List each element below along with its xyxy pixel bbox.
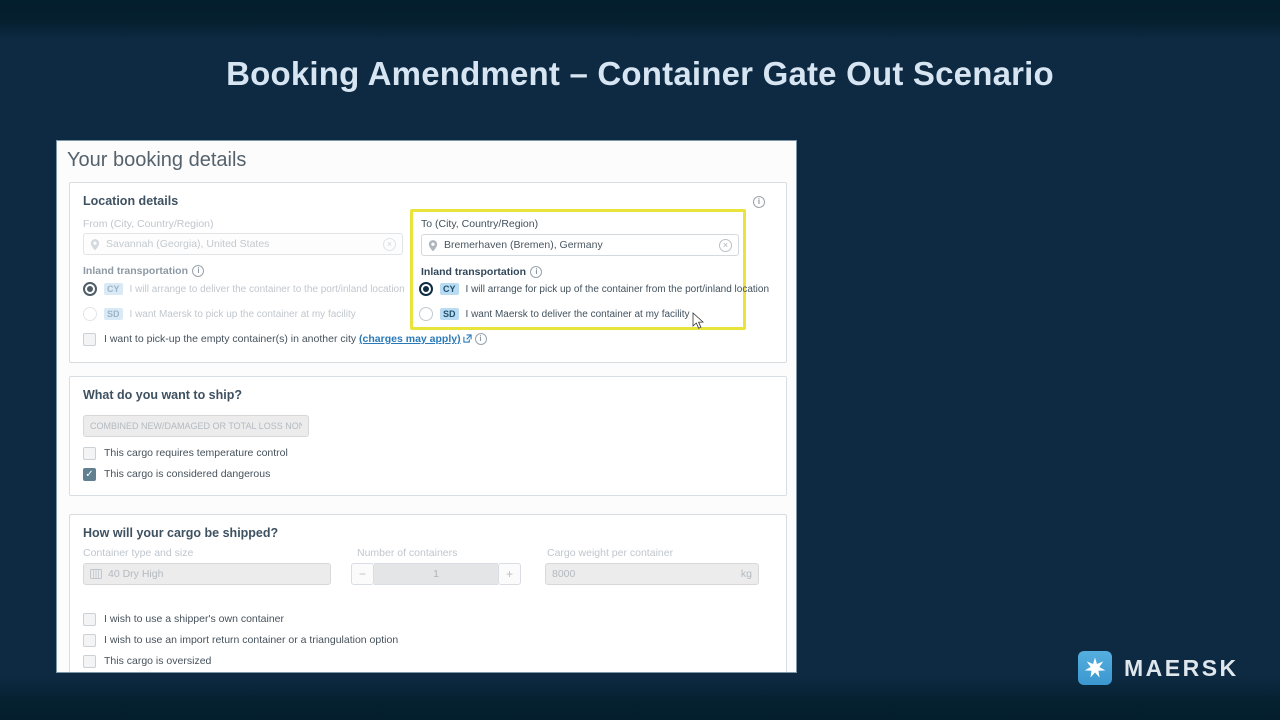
container-icon [90, 569, 102, 579]
weight-unit-label: kg [740, 568, 752, 580]
checkbox-unchecked[interactable] [83, 446, 96, 460]
location-details-section: Location details i From (City, Country/R… [69, 182, 787, 363]
radio-unselected [83, 307, 97, 321]
info-icon[interactable]: i [530, 266, 543, 278]
maersk-star-icon [1078, 651, 1112, 685]
radio-selected [83, 282, 97, 296]
radio-label: I want Maersk to pick up the container a… [129, 308, 356, 320]
to-sd-radio-row[interactable]: SD I want Maersk to deliver the containe… [419, 305, 690, 323]
maersk-wordmark: MAERSK [1124, 654, 1239, 681]
checkbox-label: This cargo requires temperature control [104, 447, 288, 459]
from-label: From (City, Country/Region) [83, 218, 214, 230]
radio-label: I will arrange to deliver the container … [129, 283, 405, 295]
pickup-other-city-row[interactable]: I want to pick-up the empty container(s)… [83, 331, 487, 347]
container-type-input: 40 Dry High [83, 563, 331, 585]
cy-badge: CY [104, 283, 123, 295]
ship-heading: What do you want to ship? [83, 388, 243, 402]
from-cy-radio-row: CY I will arrange to deliver the contain… [83, 280, 405, 298]
checkbox-label: This cargo is considered dangerous [104, 468, 271, 480]
shippers-own-container-row[interactable]: I wish to use a shipper's own container [83, 611, 284, 627]
checkbox-label: I want to pick-up the empty container(s)… [104, 333, 487, 345]
checkbox-unchecked[interactable] [83, 654, 96, 668]
container-count-value: 1 [374, 563, 498, 585]
cargo-weight-label: Cargo weight per container [547, 547, 674, 559]
clear-icon[interactable]: × [719, 238, 732, 252]
radio-unselected[interactable] [419, 307, 433, 321]
to-cy-radio-row[interactable]: CY I will arrange for pick up of the con… [419, 280, 769, 298]
info-icon[interactable]: i [192, 265, 205, 277]
container-type-value: 40 Dry High [108, 568, 164, 580]
sd-badge: SD [104, 308, 123, 320]
cy-badge: CY [440, 283, 459, 295]
clear-icon: × [383, 237, 396, 251]
from-sd-radio-row: SD I want Maersk to pick up the containe… [83, 305, 356, 323]
container-count-stepper: − 1 + [351, 563, 521, 585]
cargo-heading: How will your cargo be shipped? [83, 526, 279, 540]
checkbox-label: I wish to use a shipper's own container [104, 613, 285, 625]
ship-section: What do you want to ship? COMBINED NEW/D… [69, 376, 787, 496]
to-input[interactable]: Bremerhaven (Bremen), Germany × [421, 234, 739, 256]
booking-details-card: Your booking details Location details i … [56, 140, 797, 673]
inland-transportation-label: Inland transportation [421, 266, 526, 278]
checkbox-unchecked[interactable] [83, 612, 96, 626]
radio-selected[interactable] [419, 282, 433, 296]
location-details-heading: Location details [83, 194, 179, 208]
checkbox-unchecked[interactable] [83, 332, 96, 346]
dangerous-cargo-row[interactable]: ✓ This cargo is considered dangerous [83, 466, 270, 482]
mouse-cursor [692, 312, 704, 329]
checkbox-unchecked[interactable] [83, 633, 96, 647]
import-return-container-row[interactable]: I wish to use an import return container… [83, 632, 398, 648]
container-type-label: Container type and size [83, 547, 194, 559]
slide-title: Booking Amendment – Container Gate Out S… [226, 55, 1054, 92]
to-label: To (City, Country/Region) [421, 218, 539, 230]
charges-may-apply-link[interactable]: (charges may apply) [359, 333, 461, 345]
from-value: Savannah (Georgia), United States [106, 238, 270, 250]
checkbox-checked[interactable]: ✓ [83, 467, 96, 481]
cargo-section: How will your cargo be shipped? Containe… [69, 514, 787, 672]
maersk-logo: MAERSK [1078, 651, 1239, 685]
commodity-input: COMBINED NEW/DAMAGED OR TOTAL LOSS NON [83, 415, 309, 437]
plus-button: + [498, 563, 521, 585]
minus-button: − [351, 563, 374, 585]
page-title: Your booking details [67, 149, 247, 171]
oversized-cargo-row[interactable]: This cargo is oversized [83, 653, 211, 669]
info-icon[interactable]: i [753, 196, 765, 208]
location-pin-icon [90, 238, 100, 250]
location-pin-icon [428, 239, 438, 251]
from-input: Savannah (Georgia), United States × [83, 233, 403, 255]
radio-label: I want Maersk to deliver the container a… [465, 308, 690, 320]
inland-transportation-label: Inland transportation [83, 265, 188, 277]
checkbox-label: I wish to use an import return container… [104, 634, 399, 646]
radio-label: I will arrange for pick up of the contai… [465, 283, 770, 295]
info-icon[interactable]: i [474, 333, 487, 345]
checkbox-label: This cargo is oversized [104, 655, 212, 667]
sd-badge: SD [440, 308, 459, 320]
cargo-weight-input: 8000 kg [545, 563, 759, 585]
commodity-value: COMBINED NEW/DAMAGED OR TOTAL LOSS NON [90, 421, 302, 431]
external-link-icon [462, 334, 472, 343]
cargo-weight-value: 8000 [552, 568, 576, 580]
temperature-control-row[interactable]: This cargo requires temperature control [83, 445, 288, 461]
to-value: Bremerhaven (Bremen), Germany [444, 239, 603, 251]
number-of-containers-label: Number of containers [357, 547, 458, 559]
